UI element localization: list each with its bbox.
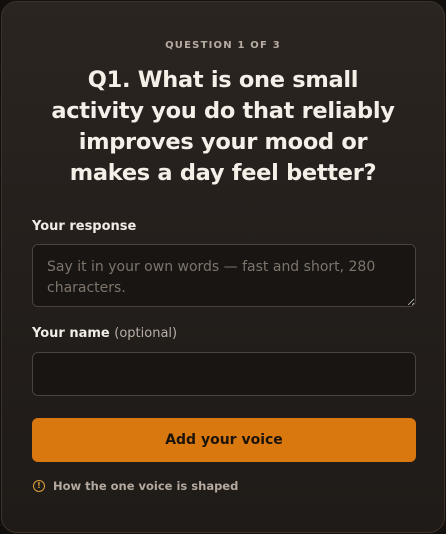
info-text: How the one voice is shaped <box>53 479 239 493</box>
add-voice-button[interactable]: Add your voice <box>32 418 416 462</box>
response-label-text: Your response <box>32 219 137 234</box>
name-input[interactable] <box>32 352 416 396</box>
question-title: Q1. What is one small activity you do th… <box>51 67 395 186</box>
name-label-text: Your name <box>32 326 110 341</box>
optional-hint: (optional) <box>114 326 178 341</box>
question-progress: QUESTION 1 OF 3 <box>165 40 281 51</box>
response-textarea[interactable] <box>32 244 416 307</box>
response-label: Your response <box>32 219 136 234</box>
info-circle-icon: ! <box>33 480 45 492</box>
voice-shaping-info-link[interactable]: ! How the one voice is shaped <box>33 479 238 493</box>
name-label: Your name (optional) <box>32 326 177 341</box>
question-card: QUESTION 1 OF 3 Q1. What is one small ac… <box>1 1 445 533</box>
